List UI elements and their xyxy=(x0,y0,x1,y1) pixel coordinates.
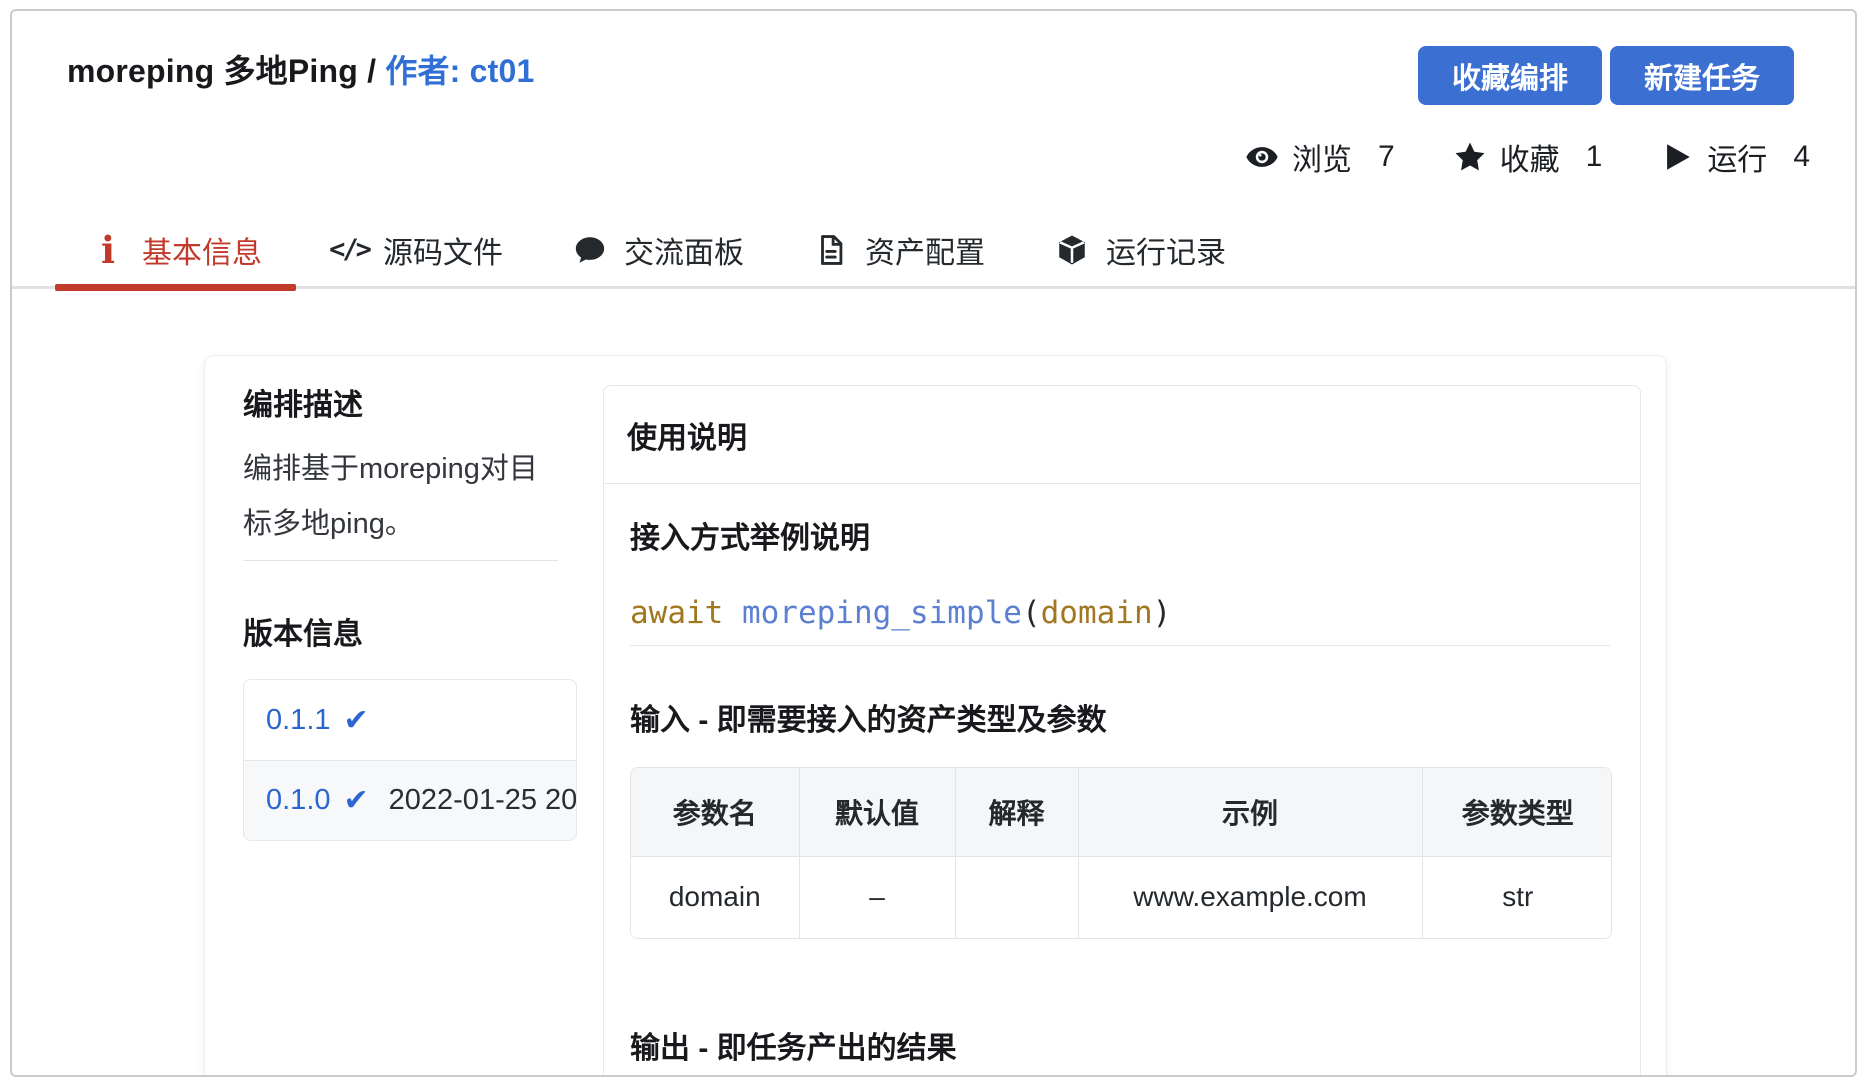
check-icon: ✔ xyxy=(344,783,369,818)
stats-row: 浏览 7 收藏 1 运行 4 xyxy=(1245,135,1810,179)
code-example: await moreping_simple(domain) xyxy=(630,591,1610,635)
version-number[interactable]: 0.1.1 xyxy=(266,704,331,737)
tab-label: 交流面板 xyxy=(624,228,744,272)
tab-label: 源码文件 xyxy=(383,228,503,272)
cell-type: str xyxy=(1422,856,1612,938)
file-icon xyxy=(812,231,850,269)
stat-favorites: 收藏 1 xyxy=(1453,135,1603,179)
stat-label: 收藏 xyxy=(1500,135,1560,179)
play-icon xyxy=(1660,140,1694,174)
usage-title: 使用说明 xyxy=(604,386,1640,484)
version-list: 0.1.1 ✔ 0.1.0 ✔ 2022-01-25 20 xyxy=(243,679,577,841)
orchestration-summary: 编排描述 编排基于moreping对目标多地ping。 版本信息 0.1.1 ✔… xyxy=(243,384,563,841)
basic-info-panel: 编排描述 编排基于moreping对目标多地ping。 版本信息 0.1.1 ✔… xyxy=(204,355,1667,1077)
page-title: moreping 多地Ping / 作者: ct01 xyxy=(67,49,534,93)
stat-label: 运行 xyxy=(1707,135,1767,179)
chat-icon xyxy=(571,231,609,269)
info-icon: i xyxy=(89,231,127,269)
col-header-type: 参数类型 xyxy=(1422,768,1612,856)
stat-value: 7 xyxy=(1378,140,1395,174)
example-title: 接入方式举例说明 xyxy=(630,517,1610,561)
tab-source-files[interactable]: </> 源码文件 xyxy=(296,213,537,286)
code-argument: domain xyxy=(1041,595,1153,631)
code-paren-open: ( xyxy=(1022,595,1041,631)
usage-divider xyxy=(630,645,1610,646)
tab-discussion-panel[interactable]: 交流面板 xyxy=(537,213,778,286)
page-title-main: moreping 多地Ping / xyxy=(67,53,376,89)
tab-asset-config[interactable]: 资产配置 xyxy=(778,213,1019,286)
table-row: domain – www.example.com str xyxy=(631,856,1612,938)
description-title: 编排描述 xyxy=(243,384,563,428)
tab-bar: i 基本信息 </> 源码文件 交流面板 资产配置 运行记录 xyxy=(12,213,1855,289)
version-row[interactable]: 0.1.0 ✔ 2022-01-25 20 xyxy=(244,760,576,840)
tab-label: 运行记录 xyxy=(1106,228,1226,272)
cell-default: – xyxy=(799,856,955,938)
version-number[interactable]: 0.1.0 xyxy=(266,784,331,817)
usage-instructions-card: 使用说明 接入方式举例说明 await moreping_simple(doma… xyxy=(603,385,1641,1077)
col-header-default: 默认值 xyxy=(799,768,955,856)
code-icon: </> xyxy=(330,231,368,269)
cell-param-name: domain xyxy=(631,856,799,938)
eye-icon xyxy=(1245,140,1279,174)
col-header-example: 示例 xyxy=(1078,768,1422,856)
favorite-orchestration-button[interactable]: 收藏编排 xyxy=(1418,46,1602,105)
code-paren-close: ) xyxy=(1153,595,1172,631)
version-date: 2022-01-25 20 xyxy=(389,784,576,817)
version-row[interactable]: 0.1.1 ✔ xyxy=(244,680,576,760)
new-task-button[interactable]: 新建任务 xyxy=(1610,46,1794,105)
description-text: 编排基于moreping对目标多地ping。 xyxy=(243,442,563,552)
output-section-title: 输出 - 即任务产出的结果 xyxy=(630,1027,1610,1071)
left-divider xyxy=(243,560,558,561)
tab-run-history[interactable]: 运行记录 xyxy=(1019,213,1260,286)
header-actions: 收藏编排 新建任务 xyxy=(1418,46,1794,105)
code-keyword: await xyxy=(630,595,742,631)
tab-label: 资产配置 xyxy=(865,228,985,272)
cube-icon xyxy=(1053,231,1091,269)
stat-value: 1 xyxy=(1586,140,1603,174)
stat-label: 浏览 xyxy=(1292,135,1352,179)
cell-example: www.example.com xyxy=(1078,856,1422,938)
table-header-row: 参数名 默认值 解释 示例 参数类型 xyxy=(631,768,1612,856)
check-icon: ✔ xyxy=(344,703,369,738)
tab-label: 基本信息 xyxy=(142,228,262,272)
star-icon xyxy=(1453,140,1487,174)
cell-explain xyxy=(955,856,1078,938)
input-section-title: 输入 - 即需要接入的资产类型及参数 xyxy=(630,699,1610,743)
author-link[interactable]: 作者: ct01 xyxy=(385,53,534,89)
code-function: moreping_simple xyxy=(742,595,1022,631)
col-header-param-name: 参数名 xyxy=(631,768,799,856)
stat-runs: 运行 4 xyxy=(1660,135,1810,179)
col-header-explain: 解释 xyxy=(955,768,1078,856)
app-frame: moreping 多地Ping / 作者: ct01 收藏编排 新建任务 浏览 … xyxy=(10,9,1857,1077)
stat-views: 浏览 7 xyxy=(1245,135,1395,179)
input-param-table: 参数名 默认值 解释 示例 参数类型 domain – xyxy=(630,767,1612,939)
tab-basic-info[interactable]: i 基本信息 xyxy=(55,213,296,286)
version-info-title: 版本信息 xyxy=(243,613,563,657)
stat-value: 4 xyxy=(1793,140,1810,174)
usage-body: 接入方式举例说明 await moreping_simple(domain) 输… xyxy=(604,517,1640,1071)
